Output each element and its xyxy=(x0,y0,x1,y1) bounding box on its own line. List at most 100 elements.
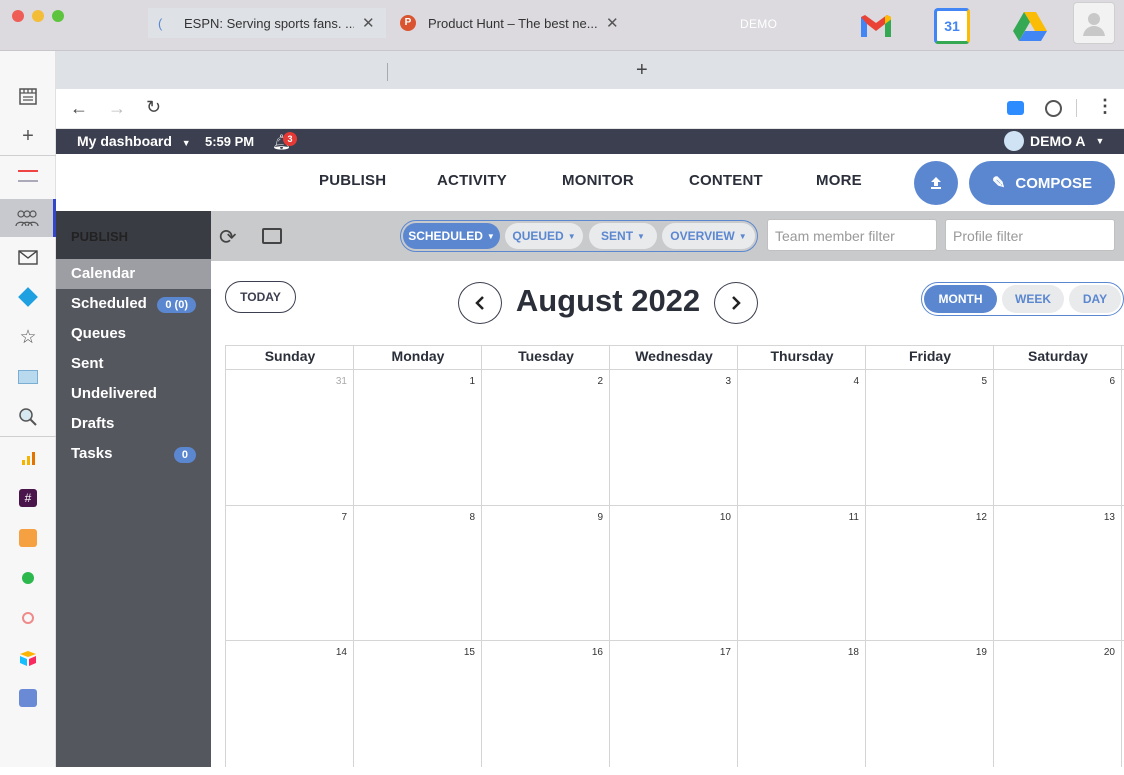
today-button[interactable]: TODAY xyxy=(225,281,296,313)
nav-monitor[interactable]: MONITOR xyxy=(562,172,634,189)
nav-activity[interactable]: ACTIVITY xyxy=(437,172,507,189)
forward-icon[interactable]: → xyxy=(108,98,126,119)
search-icon[interactable] xyxy=(0,399,56,435)
sidebar-item-tasks[interactable]: Tasks 0 xyxy=(56,440,211,468)
calendar-day-cell[interactable] xyxy=(866,505,993,640)
sidebar-item-label: Drafts xyxy=(71,415,115,432)
calendar-day-cell[interactable] xyxy=(738,505,865,640)
month-view-button[interactable]: MONTH xyxy=(924,285,997,313)
calendar-day-cell[interactable] xyxy=(866,369,993,504)
refresh-icon[interactable]: ⟳ xyxy=(219,225,237,250)
calendar-day-cell[interactable] xyxy=(866,640,993,775)
scheduled-filter-button[interactable]: SCHEDULED ▼ xyxy=(403,223,500,249)
reload-icon[interactable]: ↻ xyxy=(146,97,161,118)
sidebar-item-undelivered[interactable]: Undelivered xyxy=(56,380,211,408)
team-app-icon[interactable] xyxy=(0,199,56,237)
diamond-app-icon[interactable] xyxy=(0,279,56,315)
queued-filter-button[interactable]: QUEUED ▼ xyxy=(505,223,583,249)
upload-button[interactable] xyxy=(914,161,958,205)
sidebar-item-scheduled[interactable]: Scheduled 0 (0) xyxy=(56,290,211,318)
team-member-filter-input[interactable]: Team member filter xyxy=(767,219,937,251)
user-avatar-icon[interactable] xyxy=(1073,2,1115,44)
tab-product-hunt[interactable]: P Product Hunt – The best ne... ✕ xyxy=(390,8,630,38)
week-view-button[interactable]: WEEK xyxy=(1002,285,1064,313)
calendar-day-cell[interactable] xyxy=(738,640,865,775)
calendar-day-cell[interactable] xyxy=(354,505,481,640)
chevron-right-icon xyxy=(732,296,741,310)
nav-content[interactable]: CONTENT xyxy=(689,172,763,189)
sidebar-item-calendar[interactable]: Calendar xyxy=(56,259,211,289)
zoom-extension-icon[interactable] xyxy=(1007,101,1024,115)
calendar-day-cell[interactable] xyxy=(226,369,353,504)
star-icon[interactable]: ☆ xyxy=(0,319,56,355)
calendar-day-cell[interactable] xyxy=(610,369,737,504)
calendar-day-cell[interactable] xyxy=(354,369,481,504)
print-icon[interactable] xyxy=(262,228,282,244)
day-view-button[interactable]: DAY xyxy=(1069,285,1121,313)
pill-label: SCHEDULED xyxy=(408,229,483,243)
day-number: 2 xyxy=(597,376,603,387)
tag-app-icon[interactable] xyxy=(0,520,56,556)
city-app-icon[interactable] xyxy=(0,359,56,395)
calendar-month-title: August 2022 xyxy=(515,283,701,318)
gmail-icon[interactable] xyxy=(856,6,896,46)
overview-filter-button[interactable]: OVERVIEW ▼ xyxy=(662,223,755,249)
close-tab-icon[interactable]: ✕ xyxy=(606,14,619,32)
close-tab-icon[interactable]: ✕ xyxy=(362,14,375,32)
calendar-day-cell[interactable] xyxy=(482,640,609,775)
day-number: 18 xyxy=(847,647,859,658)
nav-more[interactable]: MORE xyxy=(816,172,862,189)
add-app-icon[interactable]: + xyxy=(0,118,56,154)
maximize-window-button[interactable] xyxy=(52,10,64,22)
analytics-icon[interactable] xyxy=(0,440,56,476)
close-window-button[interactable] xyxy=(12,10,24,22)
profile-filter-input[interactable]: Profile filter xyxy=(945,219,1115,251)
window-app-icon[interactable] xyxy=(0,158,56,194)
nav-publish[interactable]: PUBLISH xyxy=(319,172,386,189)
slack-icon[interactable]: # xyxy=(0,480,56,516)
tab-espn[interactable]: ( ESPN: Serving sports fans. ... ✕ xyxy=(148,8,386,38)
new-tab-icon[interactable]: + xyxy=(636,59,648,82)
user-menu[interactable]: DEMO A ▼ xyxy=(1004,131,1104,151)
mail-icon[interactable] xyxy=(0,239,56,275)
sidebar-item-queues[interactable]: Queues xyxy=(56,320,211,348)
grid-line xyxy=(1121,345,1122,767)
user-name: DEMO A xyxy=(1030,133,1086,149)
calendar-day-cell[interactable] xyxy=(994,369,1121,504)
calendar-day-cell[interactable] xyxy=(994,640,1121,775)
calendar-day-cell[interactable] xyxy=(994,505,1121,640)
calendar-day-cell[interactable] xyxy=(226,640,353,775)
sent-filter-button[interactable]: SENT ▼ xyxy=(589,223,657,249)
pill-label: QUEUED xyxy=(512,229,564,243)
calendar-day-cell[interactable] xyxy=(482,369,609,504)
dashboard-selector[interactable]: My dashboard ▼ xyxy=(77,133,191,149)
calendar-day-cell[interactable] xyxy=(610,505,737,640)
calendar-day-cell[interactable] xyxy=(354,640,481,775)
day-number: 3 xyxy=(725,376,731,387)
sidebar-item-label: Undelivered xyxy=(71,385,157,402)
notes-app-icon[interactable] xyxy=(0,680,56,716)
sidebar-item-label: Calendar xyxy=(71,265,136,282)
calendar-day-cell[interactable] xyxy=(226,505,353,640)
sidebar-item-sent[interactable]: Sent xyxy=(56,350,211,378)
speedometer-extension-icon[interactable] xyxy=(1045,100,1062,117)
next-month-button[interactable] xyxy=(714,282,758,324)
target-app-icon[interactable] xyxy=(0,600,56,636)
back-icon[interactable]: ← xyxy=(70,98,88,119)
minimize-window-button[interactable] xyxy=(32,10,44,22)
airtable-icon[interactable] xyxy=(0,640,56,676)
compose-button[interactable]: ✎ COMPOSE xyxy=(969,161,1115,205)
calendar-day-cell[interactable] xyxy=(738,369,865,504)
calendar-app-icon[interactable]: 31 xyxy=(932,6,972,46)
store-icon[interactable] xyxy=(0,78,56,114)
previous-month-button[interactable] xyxy=(458,282,502,324)
browser-menu-icon[interactable]: ⋮ xyxy=(1096,96,1114,117)
calendar-day-cell[interactable] xyxy=(610,640,737,775)
sidebar-item-drafts[interactable]: Drafts xyxy=(56,410,211,438)
drive-icon[interactable] xyxy=(1010,6,1050,46)
sidebar-title: PUBLISH xyxy=(56,211,211,259)
day-number: 14 xyxy=(335,647,347,658)
upload-icon xyxy=(931,177,941,189)
green-app-icon[interactable] xyxy=(0,560,56,596)
calendar-day-cell[interactable] xyxy=(482,505,609,640)
